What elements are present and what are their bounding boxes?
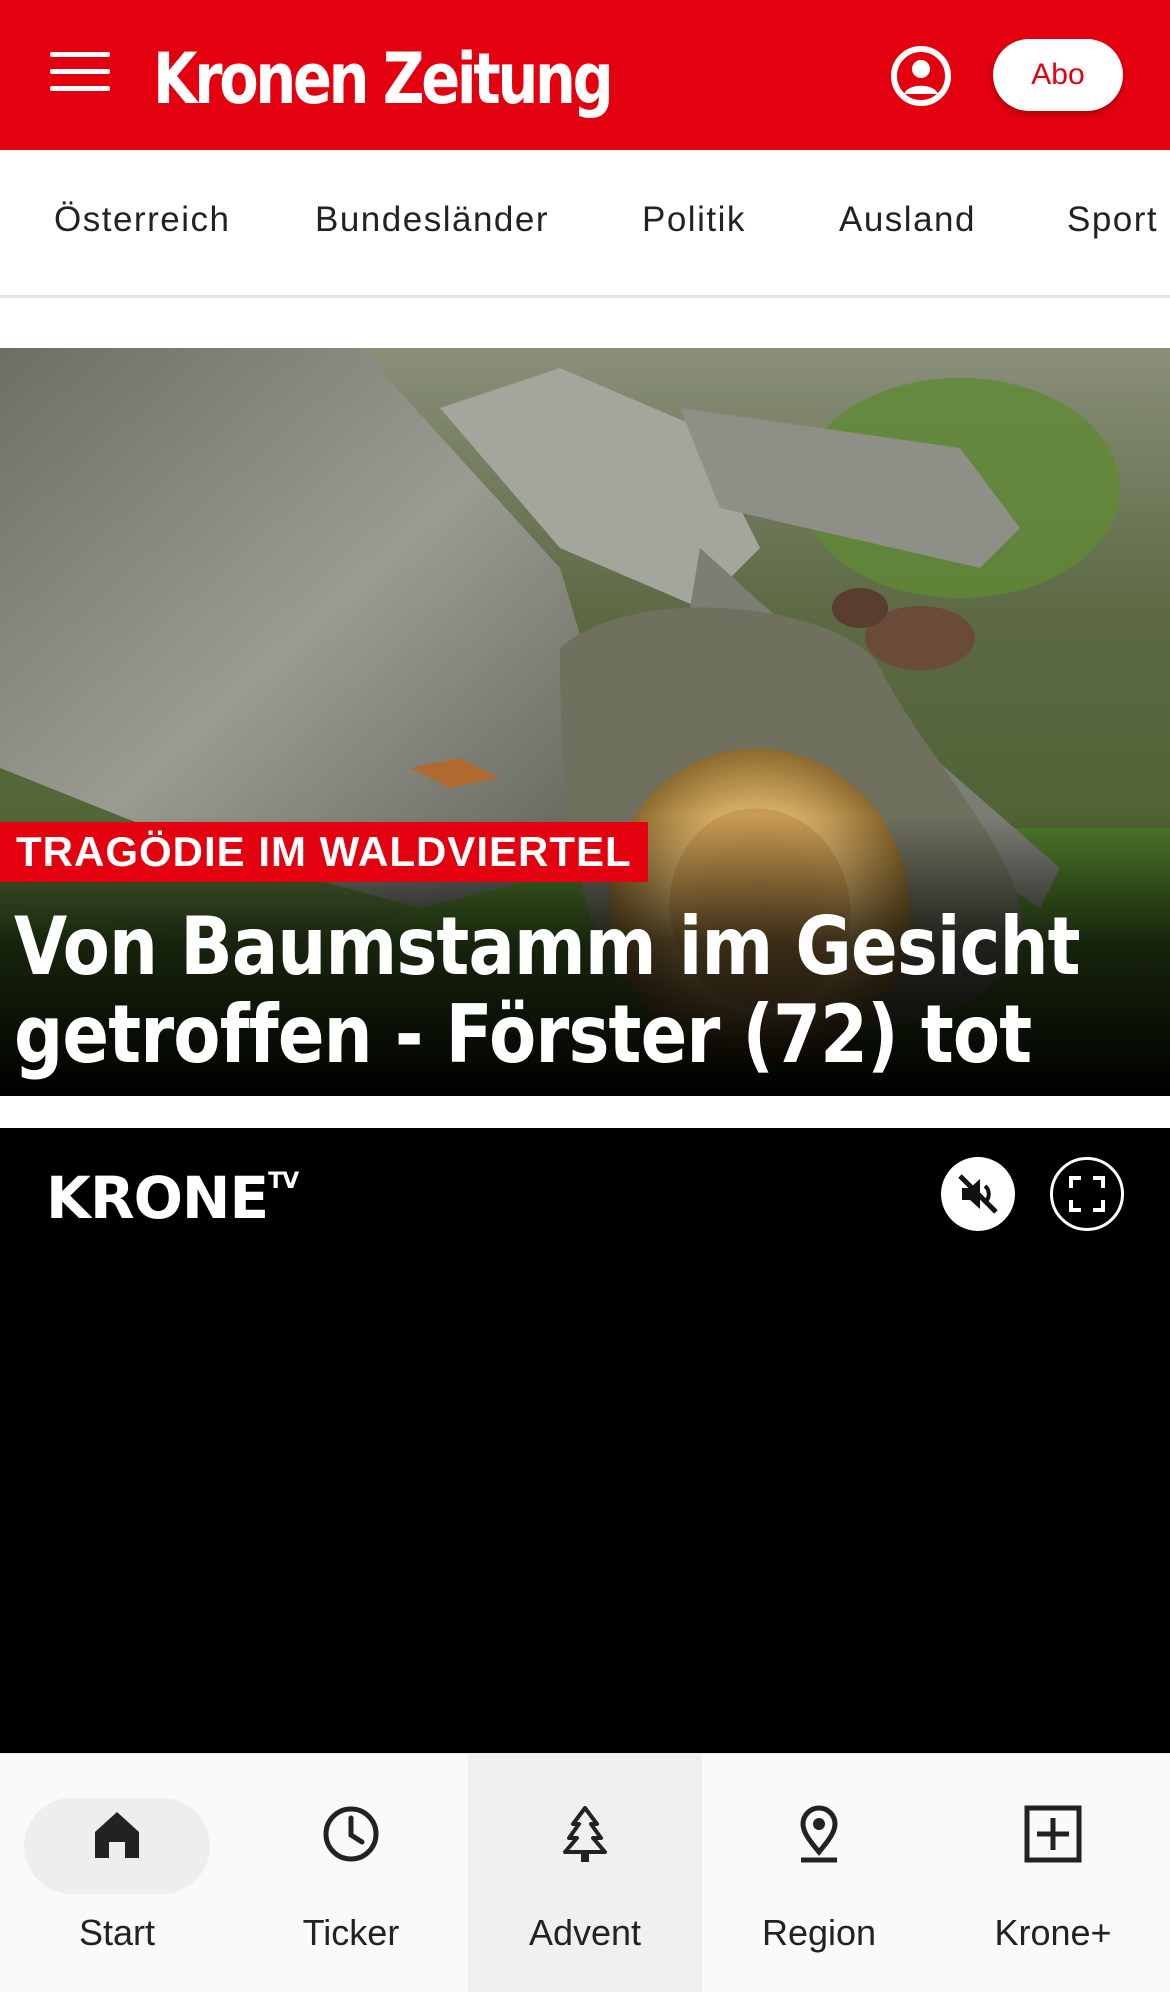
- location-pin-icon: [800, 1805, 838, 1863]
- top-header: Kronen Zeitung Abo: [0, 0, 1170, 150]
- category-nav: Österreich Bundesländer Politik Ausland …: [0, 150, 1170, 298]
- bottom-nav-label: Region: [761, 1912, 877, 1953]
- hamburger-menu-button[interactable]: [50, 52, 110, 96]
- article-headline[interactable]: Von Baumstamm im Gesicht getroffen - För…: [14, 903, 1149, 1079]
- bottom-nav-label: Start: [78, 1912, 156, 1953]
- account-button[interactable]: [890, 45, 952, 107]
- bottom-nav-krone-plus[interactable]: Krone+: [936, 1754, 1170, 1992]
- muted-speaker-icon: [958, 1174, 998, 1214]
- abo-button[interactable]: Abo: [993, 39, 1123, 111]
- category-politik[interactable]: Politik: [642, 200, 746, 240]
- user-icon: [891, 46, 951, 106]
- bottom-nav-label: Ticker: [302, 1912, 400, 1953]
- bottom-nav-region[interactable]: Region: [702, 1754, 936, 1992]
- clock-icon: [323, 1806, 379, 1862]
- category-oesterreich[interactable]: Österreich: [54, 200, 230, 240]
- video-player[interactable]: KRONETV: [0, 1128, 1170, 1753]
- article-kicker: TRAGÖDIE IM WALDVIERTEL: [0, 822, 648, 882]
- mute-button[interactable]: [941, 1157, 1015, 1231]
- category-sport[interactable]: Sport: [1067, 200, 1158, 240]
- fullscreen-button[interactable]: [1050, 1157, 1124, 1231]
- plus-box-icon: [1024, 1805, 1082, 1863]
- bottom-nav-label: Advent: [528, 1912, 642, 1953]
- krone-tv-wordmark: KRONETV: [46, 1164, 299, 1232]
- home-icon: [95, 1812, 139, 1858]
- bottom-nav-start[interactable]: Start: [0, 1754, 234, 1992]
- bottom-nav-label: Krone+: [994, 1912, 1112, 1953]
- bottom-navigation: Start Ticker Advent Region Krone+: [0, 1753, 1170, 1992]
- fullscreen-icon: [1069, 1176, 1105, 1212]
- category-bundeslaender[interactable]: Bundesländer: [315, 200, 549, 240]
- bottom-nav-ticker[interactable]: Ticker: [234, 1754, 468, 1992]
- menu-icon: [50, 52, 110, 57]
- tree-icon: [563, 1806, 607, 1862]
- krone-tv-logo: KRONETV: [46, 1164, 299, 1232]
- category-ausland[interactable]: Ausland: [839, 200, 976, 240]
- bottom-nav-advent[interactable]: Advent: [468, 1754, 702, 1992]
- hero-article[interactable]: TRAGÖDIE IM WALDVIERTEL Von Baumstamm im…: [0, 348, 1170, 1096]
- brand-logo[interactable]: Kronen Zeitung: [153, 34, 614, 124]
